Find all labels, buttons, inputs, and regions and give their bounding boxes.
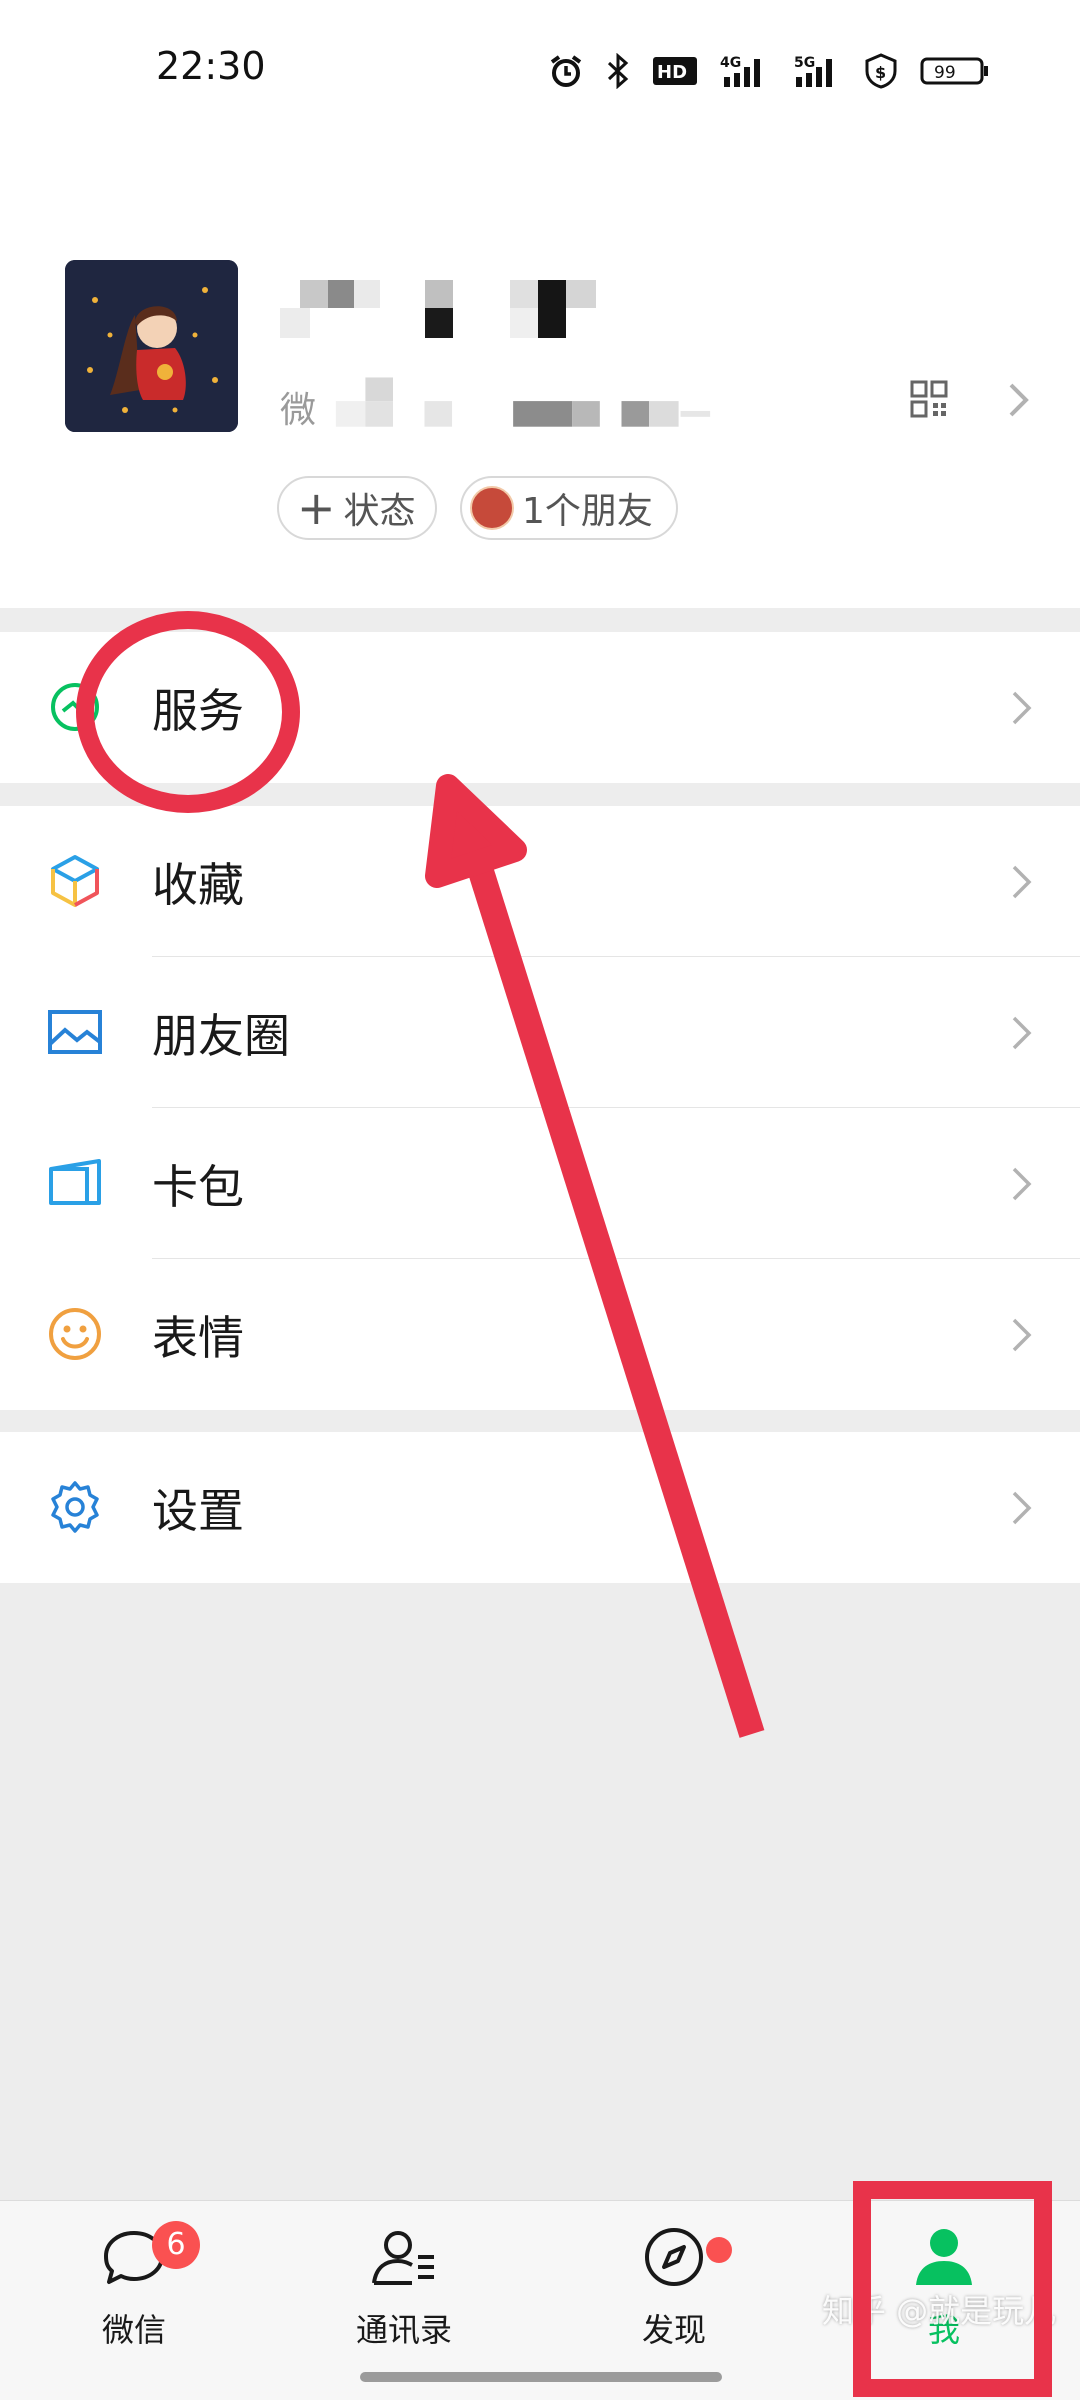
menu-label-settings: 设置 xyxy=(152,1483,244,1538)
avatar-illustration xyxy=(65,260,238,432)
avatar[interactable] xyxy=(65,260,238,432)
friends-chip[interactable]: 1个朋友 xyxy=(460,476,678,540)
friends-chip-label: 1个朋友 xyxy=(522,491,653,532)
wechat-id-prefix: 微 xyxy=(280,390,317,431)
watermark: 知乎 @就是玩儿 xyxy=(822,2292,1057,2330)
tab-label-discover: 发现 xyxy=(641,2311,706,2349)
menu-group-settings: 设置 xyxy=(0,1432,1080,1583)
menu-label-stickers: 表情 xyxy=(152,1310,244,1365)
profile-header[interactable]: 微 + 状态 1个朋友 xyxy=(0,140,1080,608)
menu-item-stickers[interactable]: 表情 xyxy=(0,1259,1080,1410)
chevron-right-icon[interactable] xyxy=(1006,382,1032,418)
friend-avatar xyxy=(470,486,514,530)
person-icon xyxy=(916,2229,972,2285)
shield-dollar-icon: $ xyxy=(865,53,897,89)
tab-label-contacts: 通讯录 xyxy=(355,2311,452,2349)
hd-icon: HD xyxy=(653,57,697,85)
status-bar: 22:30 HD 4G 5G $ 99 xyxy=(0,0,1080,140)
chevron-right-icon xyxy=(1012,1491,1032,1525)
signal-5g-label: 5G xyxy=(794,55,815,71)
compass-icon xyxy=(645,2228,703,2286)
unread-badge: 6 xyxy=(152,2221,200,2269)
menu-label-cards: 卡包 xyxy=(152,1159,244,1214)
chevron-right-icon xyxy=(1012,1016,1032,1050)
alarm-icon xyxy=(550,55,582,87)
menu-group-services: 服务 xyxy=(0,632,1080,783)
tab-contacts[interactable]: 通讯录 xyxy=(304,2221,504,2371)
gear-icon xyxy=(51,1481,99,1533)
tab-discover[interactable]: 发现 xyxy=(574,2221,774,2371)
favorites-cube-icon xyxy=(51,855,99,907)
menu-item-moments[interactable]: 朋友圈 xyxy=(0,957,1080,1108)
bluetooth-icon xyxy=(607,53,629,89)
menu-item-services[interactable]: 服务 xyxy=(0,632,1080,783)
card-wallet-icon xyxy=(49,1159,101,1205)
chevron-right-icon xyxy=(1012,1318,1032,1352)
chevron-right-icon xyxy=(1012,691,1032,725)
menu-item-settings[interactable]: 设置 xyxy=(0,1432,1080,1583)
notification-dot xyxy=(706,2237,732,2263)
signal-5g-icon: 5G xyxy=(794,55,832,87)
wechat-id-line: 微 xyxy=(280,372,720,442)
chevron-right-icon xyxy=(1012,865,1032,899)
chevron-right-icon xyxy=(1012,1167,1032,1201)
battery-icon: 99 xyxy=(920,57,988,85)
hd-label: HD xyxy=(657,62,687,83)
plus-icon: + xyxy=(297,481,336,535)
status-chip[interactable]: + 状态 xyxy=(277,476,437,540)
status-time: 22:30 xyxy=(156,44,266,88)
menu-label-favorites: 收藏 xyxy=(152,857,244,912)
svg-text:$: $ xyxy=(875,63,886,82)
menu-item-cards[interactable]: 卡包 xyxy=(0,1108,1080,1259)
smiley-icon xyxy=(49,1308,101,1360)
menu-group-main: 收藏 朋友圈 卡包 表情 xyxy=(0,806,1080,1410)
contacts-icon xyxy=(372,2231,434,2285)
tab-chats[interactable]: 微信 6 xyxy=(34,2221,234,2371)
moments-photo-icon xyxy=(48,1010,102,1054)
qr-code-icon[interactable] xyxy=(910,380,948,418)
tab-label-chats: 微信 xyxy=(101,2311,166,2349)
status-icons: HD 4G 5G $ 99 xyxy=(548,48,990,94)
menu-label-moments: 朋友圈 xyxy=(152,1008,290,1063)
services-icon xyxy=(51,683,99,731)
wechat-id-redacted xyxy=(335,377,711,427)
battery-level: 99 xyxy=(934,63,956,83)
menu-label-services: 服务 xyxy=(152,683,244,738)
home-indicator[interactable] xyxy=(360,2372,722,2382)
signal-4g-icon: 4G xyxy=(720,55,760,87)
nickname-redacted xyxy=(280,280,596,338)
menu-item-favorites[interactable]: 收藏 xyxy=(0,806,1080,957)
status-chip-label: 状态 xyxy=(343,491,416,532)
signal-4g-label: 4G xyxy=(720,55,741,71)
